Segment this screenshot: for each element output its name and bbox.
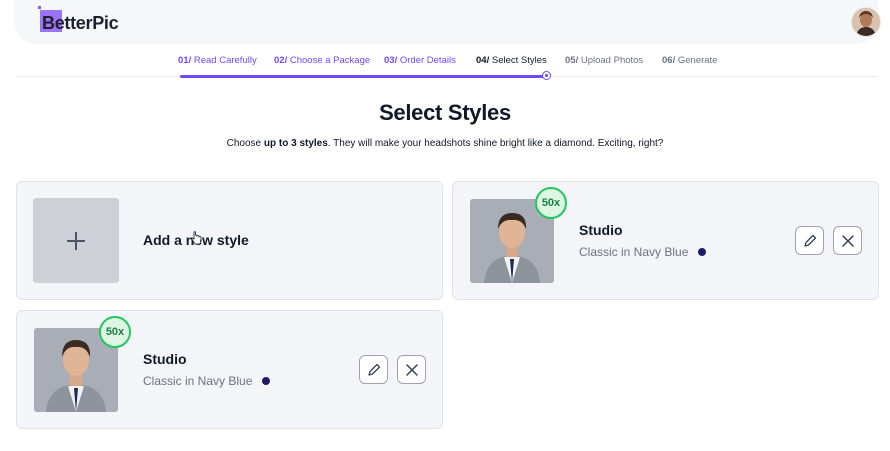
hand-cursor-icon bbox=[191, 231, 202, 245]
progress-knob bbox=[542, 71, 551, 80]
remove-style-button[interactable] bbox=[833, 226, 862, 255]
step-label: Order Details bbox=[399, 55, 456, 66]
remove-style-button[interactable] bbox=[397, 355, 426, 384]
color-swatch bbox=[698, 248, 707, 256]
step-progress: 01/ Read Carefully 02/ Choose a Package … bbox=[0, 55, 890, 77]
subtitle-text: Choose bbox=[226, 138, 264, 149]
edit-style-button[interactable] bbox=[359, 355, 388, 384]
subtitle-text: . They will make your headshots shine br… bbox=[327, 138, 664, 149]
step-order-details[interactable]: 03/ Order Details bbox=[384, 55, 456, 66]
pencil-icon bbox=[367, 363, 380, 376]
step-number: 04/ bbox=[476, 55, 490, 66]
step-number: 03/ bbox=[384, 55, 398, 66]
close-icon bbox=[405, 363, 418, 376]
progress-fill bbox=[180, 75, 546, 78]
pencil-icon bbox=[803, 234, 816, 247]
color-swatch bbox=[262, 377, 271, 385]
add-style-card[interactable]: Add a new style bbox=[16, 181, 443, 300]
step-select-styles[interactable]: 04/ Select Styles bbox=[476, 55, 547, 66]
step-number: 06/ bbox=[662, 55, 676, 66]
page-title: Select Styles bbox=[379, 100, 511, 125]
style-description-text: Classic in Navy Blue bbox=[143, 374, 253, 388]
step-number: 01/ bbox=[178, 55, 192, 66]
step-choose-package[interactable]: 02/ Choose a Package bbox=[274, 55, 370, 66]
close-icon bbox=[841, 234, 854, 247]
step-upload-photos[interactable]: 05/ Upload Photos bbox=[565, 55, 643, 66]
add-style-tile[interactable] bbox=[33, 198, 119, 283]
step-label: Select Styles bbox=[491, 55, 547, 66]
betterpic-logo[interactable]: BetterPic bbox=[38, 6, 119, 34]
style-description-text: Classic in Navy Blue bbox=[579, 245, 689, 259]
step-number: 05/ bbox=[565, 55, 579, 66]
step-label: Upload Photos bbox=[580, 55, 644, 66]
style-name: Studio bbox=[579, 222, 623, 238]
step-number: 02/ bbox=[274, 55, 288, 66]
step-read-carefully[interactable]: 01/ Read Carefully bbox=[178, 55, 257, 66]
style-description: Classic in Navy Blue bbox=[143, 374, 271, 388]
quantity-badge: 50x bbox=[535, 187, 567, 219]
style-description: Classic in Navy Blue bbox=[579, 245, 707, 259]
logo-accent-dot bbox=[38, 6, 41, 9]
user-avatar[interactable] bbox=[851, 7, 881, 37]
style-card[interactable]: 50x Studio Classic in Navy Blue bbox=[452, 181, 879, 300]
plus-icon bbox=[67, 231, 85, 250]
style-name: Studio bbox=[143, 351, 187, 367]
step-label: Read Carefully bbox=[193, 55, 257, 66]
page-subtitle: Choose up to 3 styles. They will make yo… bbox=[0, 138, 890, 149]
step-generate[interactable]: 06/ Generate bbox=[662, 55, 717, 66]
quantity-badge: 50x bbox=[99, 316, 131, 348]
step-label: Generate bbox=[677, 55, 718, 66]
style-card[interactable]: 50x Studio Classic in Navy Blue bbox=[16, 310, 443, 429]
avatar-photo bbox=[852, 8, 880, 36]
subtitle-emphasis: up to 3 styles bbox=[263, 138, 328, 149]
brand-name: BetterPic bbox=[42, 12, 119, 33]
top-header: BetterPic bbox=[14, 0, 881, 44]
edit-style-button[interactable] bbox=[795, 226, 824, 255]
step-label: Choose a Package bbox=[289, 55, 371, 66]
